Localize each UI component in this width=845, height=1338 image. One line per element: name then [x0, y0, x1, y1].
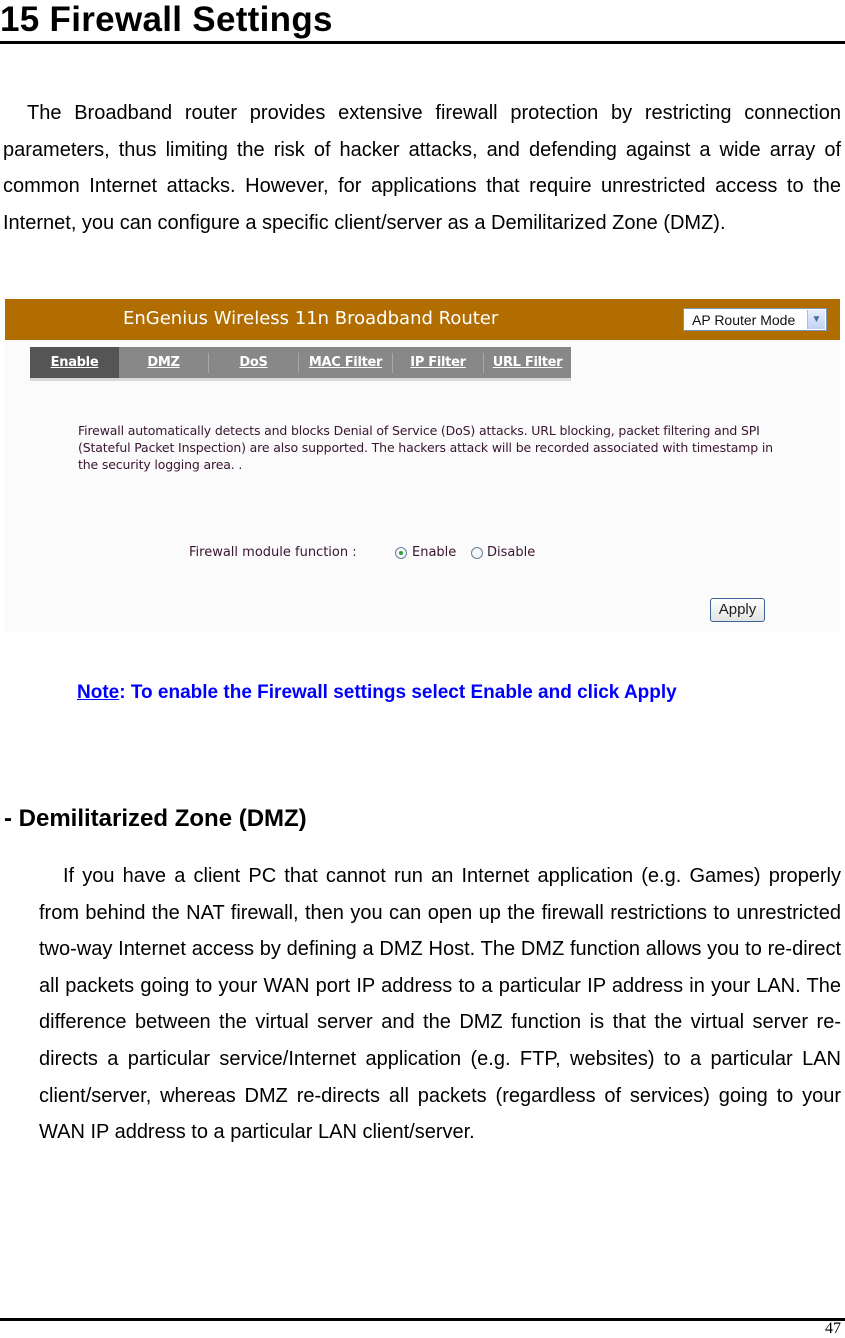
- dmz-heading: - Demilitarized Zone (DMZ): [4, 805, 307, 832]
- tab-dos[interactable]: DoS: [209, 347, 298, 378]
- tab-mac-filter[interactable]: MAC Filter: [299, 347, 392, 378]
- firewall-tabs: Enable DMZ DoS MAC Filter IP Filter URL …: [30, 347, 571, 378]
- enable-radio-label[interactable]: Enable: [412, 545, 456, 560]
- note-keyword: Note: [77, 682, 120, 703]
- intro-paragraph: The Broadband router provides extensive …: [3, 102, 841, 234]
- chapter-title: 15 Firewall Settings: [0, 0, 333, 39]
- enable-radio[interactable]: [395, 547, 407, 559]
- firewall-description: Firewall automatically detects and block…: [78, 423, 773, 472]
- chevron-down-icon[interactable]: ▼: [807, 310, 825, 329]
- title-divider: [0, 41, 845, 44]
- tab-dmz[interactable]: DMZ: [119, 347, 208, 378]
- dmz-paragraph: If you have a client PC that cannot run …: [39, 865, 841, 1144]
- tab-ip-filter[interactable]: IP Filter: [393, 347, 483, 378]
- tab-enable[interactable]: Enable: [30, 347, 119, 378]
- disable-radio-label[interactable]: Disable: [487, 545, 535, 560]
- footer-divider: [0, 1318, 845, 1321]
- disable-radio[interactable]: [471, 547, 483, 559]
- note-text: : To enable the Firewall settings select…: [119, 682, 677, 703]
- firewall-module-label: Firewall module function :: [189, 545, 357, 560]
- mode-select-value: AP Router Mode: [692, 312, 796, 328]
- mode-select[interactable]: AP Router Mode ▼: [683, 308, 827, 331]
- router-ui-screenshot: EnGenius Wireless 11n Broadband Router A…: [4, 297, 840, 632]
- apply-button[interactable]: Apply: [710, 598, 765, 622]
- router-title: EnGenius Wireless 11n Broadband Router: [123, 308, 499, 329]
- router-header: EnGenius Wireless 11n Broadband Router A…: [5, 299, 840, 340]
- tab-url-filter[interactable]: URL Filter: [484, 347, 571, 378]
- page-number: 47: [825, 1320, 841, 1337]
- note: Note: To enable the Firewall settings se…: [77, 681, 677, 705]
